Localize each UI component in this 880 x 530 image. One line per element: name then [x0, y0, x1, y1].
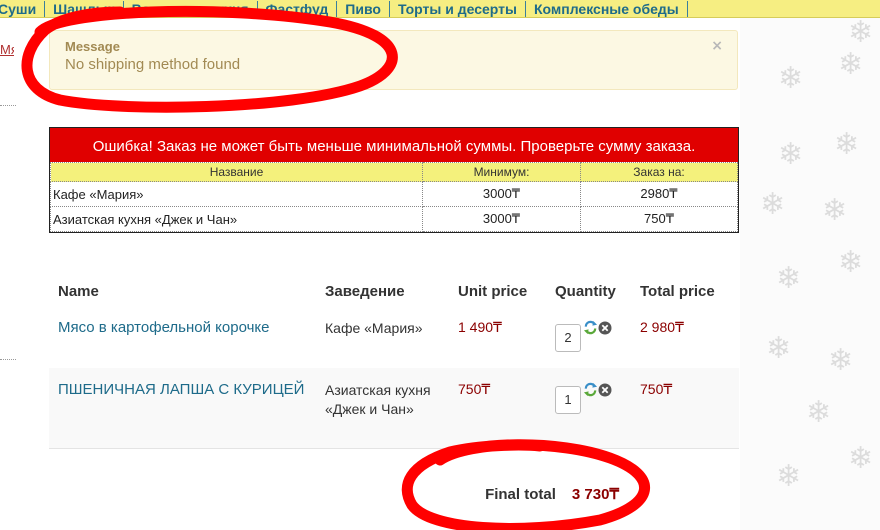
min-order-table: Название Минимум: Заказ на: Кафе «Мария»… — [50, 162, 738, 232]
nav-item-eastern-cuisine[interactable]: Восточная кухня — [124, 0, 258, 17]
nav-item-cakes-desserts[interactable]: Торты и десерты — [390, 0, 526, 17]
message-box: Message No shipping method found × — [49, 30, 738, 90]
minimum-amount: 3000₸ — [422, 206, 581, 232]
close-icon[interactable]: × — [711, 38, 723, 54]
nav-item-business-lunch[interactable]: Комплексные обеды — [526, 0, 688, 17]
order-amount: 750₸ — [580, 206, 738, 232]
cart-item-row: ПШЕНИЧНАЯ ЛАПША С КУРИЦЕЙ Азиатская кухн… — [49, 368, 739, 448]
remove-icon[interactable] — [598, 321, 612, 335]
venue-name: Азиатская кухня «Джек и Чан» — [50, 206, 423, 232]
minimum-amount: 3000₸ — [422, 181, 581, 207]
nav-item-beer[interactable]: Пиво — [337, 0, 390, 17]
snowflake-icon: ❄ — [848, 441, 874, 476]
left-divider — [0, 359, 16, 360]
error-headline: Ошибка! Заказ не может быть меньше миним… — [50, 128, 738, 162]
snowflake-icon: ❄ — [838, 245, 864, 280]
cart-table: Name Заведение Unit price Quantity Total… — [49, 270, 739, 530]
cart-item-row: Мясо в картофельной корочке Кафе «Мария»… — [49, 312, 739, 368]
nav-item-shashlik[interactable]: Шашлык — [45, 0, 124, 17]
top-navigation: Суши Шашлык Восточная кухня Фастфуд Пиво… — [0, 0, 880, 18]
nav-item-sushi[interactable]: Суши — [0, 0, 46, 17]
snowflake-background: ❄ ❄ ❄ ❄ ❄ ❄ ❄ ❄ ❄ ❄ ❄ ❄ ❄ ❄ — [740, 18, 880, 530]
column-header-order: Заказ на: — [580, 162, 738, 182]
unit-price: 1 490₸ — [458, 319, 502, 335]
snowflake-icon: ❄ — [834, 127, 860, 162]
quantity-input[interactable]: 2 — [555, 324, 581, 352]
header-quantity: Quantity — [555, 282, 616, 300]
snowflake-icon: ❄ — [828, 343, 854, 378]
product-link[interactable]: Мясо в картофельной корочке — [58, 319, 269, 336]
snowflake-icon: ❄ — [760, 187, 786, 222]
refresh-icon[interactable] — [583, 382, 598, 397]
table-row: Кафе «Мария» 3000₸ 2980₸ — [50, 181, 738, 207]
remove-icon[interactable] — [598, 383, 612, 397]
message-text: No shipping method found — [65, 56, 241, 73]
snowflake-icon: ❄ — [776, 459, 802, 494]
venue-name: Кафе «Мария» — [50, 181, 423, 207]
left-sidebar-link[interactable]: Мя — [0, 42, 14, 58]
final-total: Final total 3 730₸ — [49, 449, 739, 530]
cart-header-row: Name Заведение Unit price Quantity Total… — [49, 270, 739, 312]
nav-item-fastfood[interactable]: Фастфуд — [258, 0, 338, 17]
item-venue: Кафе «Мария» — [325, 320, 423, 336]
product-link[interactable]: ПШЕНИЧНАЯ ЛАПША С КУРИЦЕЙ — [58, 381, 304, 398]
total-price: 2 980₸ — [640, 319, 684, 335]
snowflake-icon: ❄ — [776, 261, 802, 296]
snowflake-icon: ❄ — [848, 15, 874, 50]
column-header-name: Название — [50, 162, 423, 182]
snowflake-icon: ❄ — [778, 61, 804, 96]
header-total-price: Total price — [640, 282, 715, 300]
header-unit-price: Unit price — [458, 282, 528, 300]
final-total-label: Final total — [485, 485, 556, 503]
snowflake-icon: ❄ — [822, 193, 848, 228]
header-name: Name — [58, 282, 99, 300]
message-title: Message — [65, 39, 120, 54]
snowflake-icon: ❄ — [766, 331, 792, 366]
quantity-input[interactable]: 1 — [555, 386, 581, 414]
snowflake-icon: ❄ — [838, 47, 864, 82]
final-total-value: 3 730₸ — [571, 486, 619, 503]
left-divider — [0, 105, 16, 106]
item-venue: Азиатская кухня «Джек и Чан» — [325, 382, 431, 417]
refresh-icon[interactable] — [583, 320, 598, 335]
snowflake-icon: ❄ — [806, 395, 832, 430]
snowflake-icon: ❄ — [778, 137, 804, 172]
header-venue: Заведение — [325, 282, 405, 300]
column-header-minimum: Минимум: — [422, 162, 581, 182]
order-amount: 2980₸ — [580, 181, 738, 207]
table-row: Азиатская кухня «Джек и Чан» 3000₸ 750₸ — [50, 206, 738, 232]
unit-price: 750₸ — [458, 381, 491, 397]
total-price: 750₸ — [640, 381, 673, 397]
min-order-error-panel: Ошибка! Заказ не может быть меньше миним… — [49, 127, 739, 233]
